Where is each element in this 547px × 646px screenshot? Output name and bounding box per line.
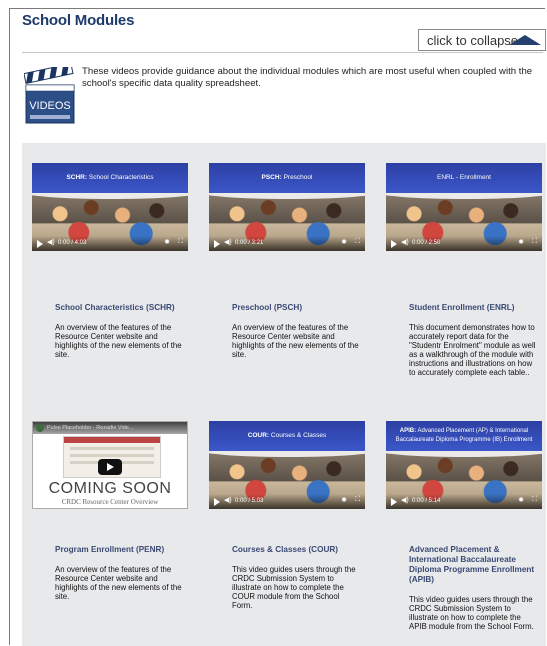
module-description: An overview of the features of the Resou… (55, 565, 182, 601)
video-clapperboard-icon: VIDEOS (24, 67, 75, 124)
play-icon[interactable] (214, 498, 220, 506)
play-icon[interactable] (214, 240, 220, 248)
youtube-title: Pulse Placeholder - Rezadie Vide... (47, 425, 134, 431)
youtube-title-bar: Pulse Placeholder - Rezadie Vide... (33, 422, 187, 434)
video-banner: SCHR: School Characteristics (32, 163, 188, 193)
banner-code: APIB: (399, 428, 417, 434)
module-title[interactable]: Preschool (PSCH) (209, 303, 365, 313)
banner-text: - Enrollment (455, 174, 491, 181)
collapse-arrow-icon (509, 35, 541, 45)
volume-icon[interactable]: ◀) (224, 496, 232, 504)
fullscreen-icon[interactable]: ⛶ (355, 238, 360, 246)
page-title: School Modules (22, 12, 135, 29)
banner-text: Courses & Classes (270, 432, 327, 439)
video-thumbnail[interactable]: Pulse Placeholder - Rezadie Vide... COMI… (32, 421, 188, 509)
video-time: 0:00 / 2:50 (412, 240, 441, 246)
play-icon[interactable] (391, 240, 397, 248)
modules-grid: SCHR: School Characteristics ◀) 0:00 / 4… (22, 143, 546, 646)
play-icon[interactable] (37, 240, 43, 248)
module-card-cour: COUR: Courses & Classes ◀) 0:00 / 5:03 ✹… (209, 421, 365, 610)
video-controls: ◀) 0:00 / 2:50 ✹ ⛶ (386, 236, 542, 251)
collapse-label: click to collapse (427, 32, 519, 48)
video-controls: ◀) 0:00 / 4:03 ✹ ⛶ (32, 236, 188, 251)
fullscreen-icon[interactable]: ⛶ (355, 496, 360, 504)
video-thumbnail[interactable]: ENRL - Enrollment ◀) 0:00 / 2:50 ✹ ⛶ (386, 163, 542, 251)
fullscreen-icon[interactable]: ⛶ (178, 238, 183, 246)
banner-code: PSCH: (261, 174, 282, 181)
module-title[interactable]: Courses & Classes (COUR) (209, 545, 365, 555)
video-time: 0:00 / 5:03 (235, 498, 264, 504)
gear-icon[interactable]: ✹ (341, 238, 347, 246)
channel-logo-icon (36, 424, 44, 432)
module-card-enrl: ENRL - Enrollment ◀) 0:00 / 2:50 ✹ ⛶ Stu… (386, 163, 542, 377)
module-description: This document demonstrates how to accura… (409, 323, 536, 377)
gear-icon[interactable]: ✹ (164, 238, 170, 246)
youtube-play-icon[interactable] (98, 459, 122, 475)
banner-code: COUR: (247, 432, 270, 439)
module-description: An overview of the features of the Resou… (55, 323, 182, 359)
school-modules-section: School Modules click to collapse VIDEOS … (9, 8, 546, 646)
fullscreen-icon[interactable]: ⛶ (532, 496, 537, 504)
volume-icon[interactable]: ◀) (224, 238, 232, 246)
video-thumbnail[interactable]: PSCH: Preschool ◀) 0:00 / 3:21 ✹ ⛶ (209, 163, 365, 251)
banner-code: ENRL (437, 174, 455, 181)
coming-soon-label: COMING SOON (48, 480, 172, 497)
video-thumbnail[interactable]: SCHR: School Characteristics ◀) 0:00 / 4… (32, 163, 188, 251)
coming-soon-caption: CRDC Resource Center Overview (61, 498, 159, 506)
module-title[interactable]: Advanced Placement & International Bacca… (386, 545, 542, 585)
video-banner: COUR: Courses & Classes (209, 421, 365, 451)
video-banner: PSCH: Preschool (209, 163, 365, 193)
banner-code: SCHR: (66, 174, 88, 181)
video-time: 0:00 / 3:21 (235, 240, 264, 246)
module-title[interactable]: School Characteristics (SCHR) (32, 303, 188, 313)
module-card-psch: PSCH: Preschool ◀) 0:00 / 3:21 ✹ ⛶ Presc… (209, 163, 365, 359)
video-time: 0:00 / 4:03 (58, 240, 87, 246)
video-icon-label: VIDEOS (29, 100, 71, 112)
video-time: 0:00 / 5:14 (412, 498, 441, 504)
module-card-apib: APIB: Advanced Placement (AP) & Internat… (386, 421, 542, 631)
video-banner: APIB: Advanced Placement (AP) & Internat… (386, 421, 542, 451)
collapse-button[interactable]: click to collapse (418, 29, 546, 51)
video-controls: ◀) 0:00 / 3:21 ✹ ⛶ (209, 236, 365, 251)
volume-icon[interactable]: ◀) (47, 238, 55, 246)
module-card-penr: Pulse Placeholder - Rezadie Vide... COMI… (32, 421, 188, 601)
module-title[interactable]: Student Enrollment (ENRL) (386, 303, 542, 313)
volume-icon[interactable]: ◀) (401, 238, 409, 246)
video-controls: ◀) 0:00 / 5:14 ✹ ⛶ (386, 494, 542, 509)
play-icon[interactable] (391, 498, 397, 506)
intro-text: These videos provide guidance about the … (82, 66, 533, 89)
gear-icon[interactable]: ✹ (518, 496, 524, 504)
banner-text: Advanced Placement (AP) & International … (395, 428, 533, 443)
video-thumbnail[interactable]: APIB: Advanced Placement (AP) & Internat… (386, 421, 542, 509)
banner-text: Preschool (283, 174, 313, 181)
module-description: This video guides users through the CRDC… (232, 565, 356, 610)
fullscreen-icon[interactable]: ⛶ (532, 238, 537, 246)
gear-icon[interactable]: ✹ (341, 496, 347, 504)
module-title[interactable]: Program Enrollment (PENR) (32, 545, 188, 555)
banner-text: School Characteristics (88, 174, 154, 181)
video-banner: ENRL - Enrollment (386, 163, 542, 193)
title-divider (22, 52, 543, 53)
module-description: This video guides users through the CRDC… (409, 595, 534, 631)
video-controls: ◀) 0:00 / 5:03 ✹ ⛶ (209, 494, 365, 509)
module-card-schr: SCHR: School Characteristics ◀) 0:00 / 4… (32, 163, 188, 359)
video-thumbnail[interactable]: COUR: Courses & Classes ◀) 0:00 / 5:03 ✹… (209, 421, 365, 509)
gear-icon[interactable]: ✹ (518, 238, 524, 246)
module-description: An overview of the features of the Resou… (232, 323, 359, 359)
volume-icon[interactable]: ◀) (401, 496, 409, 504)
